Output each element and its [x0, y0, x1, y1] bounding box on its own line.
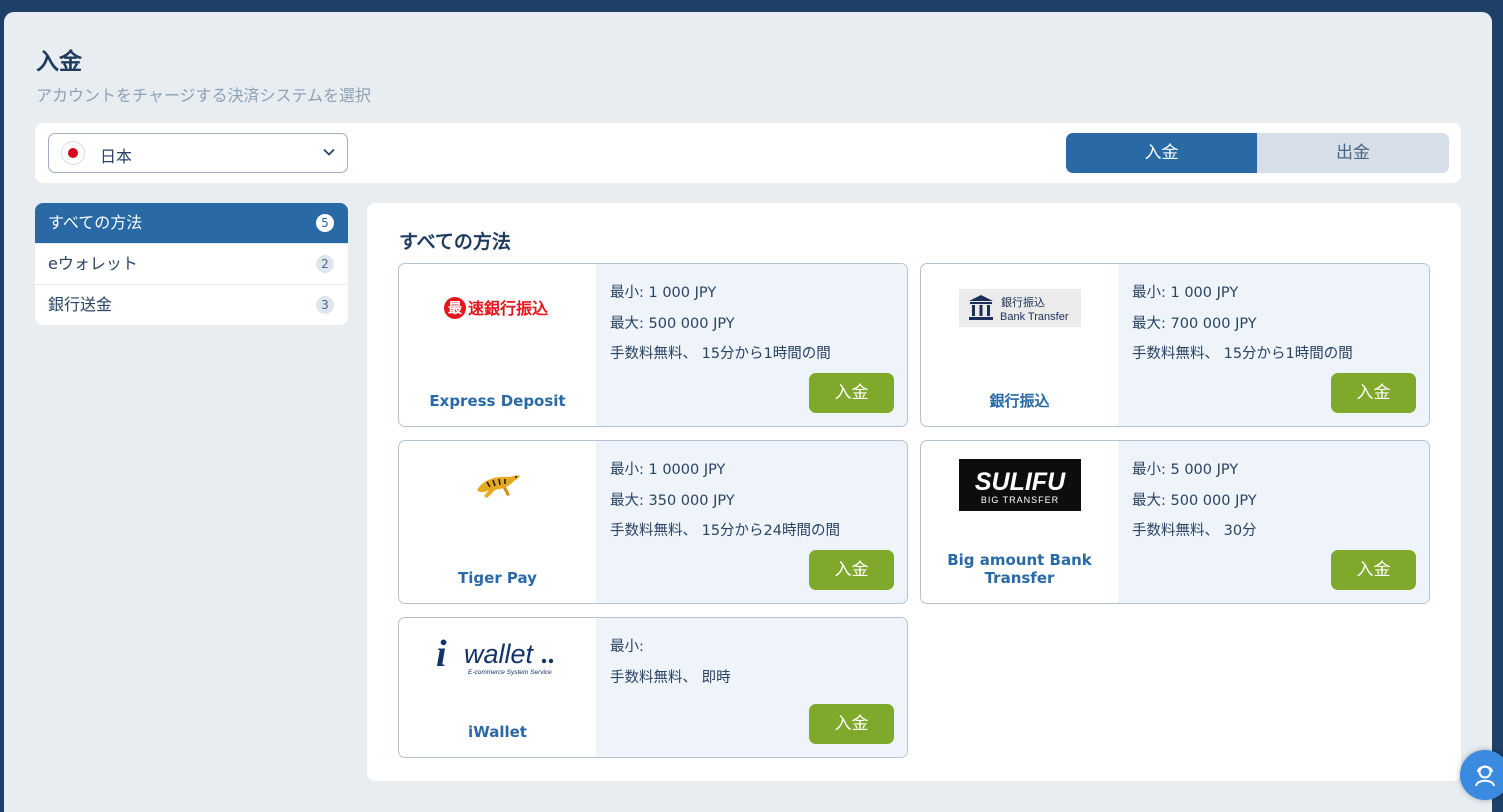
japan-flag-icon: [61, 141, 85, 165]
method-name: Tiger Pay: [458, 569, 537, 587]
deposit-page: 入金 アカウントをチャージする決済システムを選択 日本 入金 出金 すべての方法…: [4, 12, 1492, 812]
support-agent-icon: [1475, 765, 1495, 787]
sidebar-item-ewallet[interactable]: eウォレット 2: [35, 243, 348, 284]
method-name: iWallet: [468, 723, 527, 741]
payment-method-card: Tiger Pay 最小: 1 0000 JPY 最大: 350 000 JPY…: [398, 440, 908, 604]
deposit-button[interactable]: 入金: [809, 373, 894, 413]
payment-method-card: SULIFU BIG TRANSFER Big amount Bank Tran…: [920, 440, 1430, 604]
filter-bar: 日本 入金 出金: [35, 123, 1461, 183]
bank-logo-text-top: 銀行振込: [1001, 295, 1045, 309]
method-name: 銀行振込: [989, 392, 1050, 410]
iwallet-logo-text: wallet: [464, 639, 535, 669]
svg-text:最: 最: [448, 300, 463, 317]
svg-text:i: i: [436, 634, 447, 675]
tab-withdraw[interactable]: 出金: [1257, 133, 1449, 173]
svg-text:速銀行振込: 速銀行振込: [468, 299, 548, 318]
deposit-button[interactable]: 入金: [1331, 550, 1416, 590]
fee-time: 手数料無料、 15分から1時間の間: [1132, 346, 1353, 362]
bank-logo-text-bottom: Bank Transfer: [1000, 311, 1069, 323]
min-amount: 最小: 1 0000 JPY: [610, 462, 726, 478]
fee-time: 手数料無料、 15分から24時間の間: [610, 523, 841, 539]
fee-time: 手数料無料、 即時: [610, 670, 731, 686]
sidebar-item-label: 銀行送金: [48, 295, 113, 314]
deposit-button[interactable]: 入金: [809, 704, 894, 744]
max-amount: 最大: 500 000 JPY: [610, 316, 735, 332]
country-name: 日本: [100, 147, 133, 166]
count-badge: 5: [316, 214, 334, 232]
max-amount: 最大: 700 000 JPY: [1132, 316, 1257, 332]
max-amount: 最大: 350 000 JPY: [610, 493, 735, 509]
deposit-withdraw-toggle: 入金 出金: [1066, 133, 1449, 173]
min-amount: 最小: 5 000 JPY: [1132, 462, 1239, 478]
bank-transfer-logo: 銀行振込 Bank Transfer: [921, 278, 1118, 338]
deposit-button[interactable]: 入金: [809, 550, 894, 590]
min-amount: 最小: 1 000 JPY: [610, 285, 717, 301]
fee-time: 手数料無料、 15分から1時間の間: [610, 346, 831, 362]
tab-deposit[interactable]: 入金: [1066, 133, 1257, 173]
payment-method-card: 最 速銀行振込 Express Deposit 最小: 1 000 JPY 最大…: [398, 263, 908, 427]
fee-time: 手数料無料、 30分: [1132, 523, 1257, 539]
sidebar-item-all-methods[interactable]: すべての方法 5: [35, 203, 348, 243]
support-chat-button[interactable]: [1460, 750, 1503, 800]
method-name: Express Deposit: [429, 392, 566, 410]
section-title: すべての方法: [399, 231, 511, 253]
payment-method-card: 銀行振込 Bank Transfer 銀行振込 最小: 1 000 JPY 最大…: [920, 263, 1430, 427]
sidebar-item-label: すべての方法: [48, 213, 143, 232]
sidebar-item-bank-transfer[interactable]: 銀行送金 3: [35, 284, 348, 325]
deposit-button[interactable]: 入金: [1331, 373, 1416, 413]
sulifu-logo-text: SULIFU: [974, 468, 1065, 496]
chevron-down-icon: [323, 146, 335, 158]
count-badge: 3: [316, 296, 334, 314]
express-deposit-logo: 最 速銀行振込: [399, 278, 596, 338]
method-category-list: すべての方法 5 eウォレット 2 銀行送金 3: [35, 203, 348, 325]
payment-method-card: i wallet E-commerce System Service iWall…: [398, 617, 908, 758]
iwallet-logo: i wallet E-commerce System Service: [399, 626, 596, 686]
min-amount: 最小:: [610, 639, 644, 655]
sulifu-logo: SULIFU BIG TRANSFER: [921, 455, 1118, 515]
methods-panel: すべての方法 最 速銀行振込 Express Deposit 最小: 1 000…: [367, 203, 1461, 781]
method-name: Big amount Bank Transfer: [947, 551, 1092, 587]
iwallet-logo-subtext: E-commerce System Service: [468, 669, 552, 676]
page-subtitle: アカウントをチャージする決済システムを選択: [36, 86, 372, 105]
min-amount: 最小: 1 000 JPY: [1132, 285, 1239, 301]
count-badge: 2: [316, 255, 334, 273]
sulifu-logo-subtext: BIG TRANSFER: [980, 495, 1058, 505]
sidebar-item-label: eウォレット: [48, 254, 138, 273]
max-amount: 最大: 500 000 JPY: [1132, 493, 1257, 509]
tiger-pay-logo: [399, 455, 596, 515]
country-select[interactable]: 日本: [48, 133, 348, 173]
page-title: 入金: [36, 49, 82, 75]
